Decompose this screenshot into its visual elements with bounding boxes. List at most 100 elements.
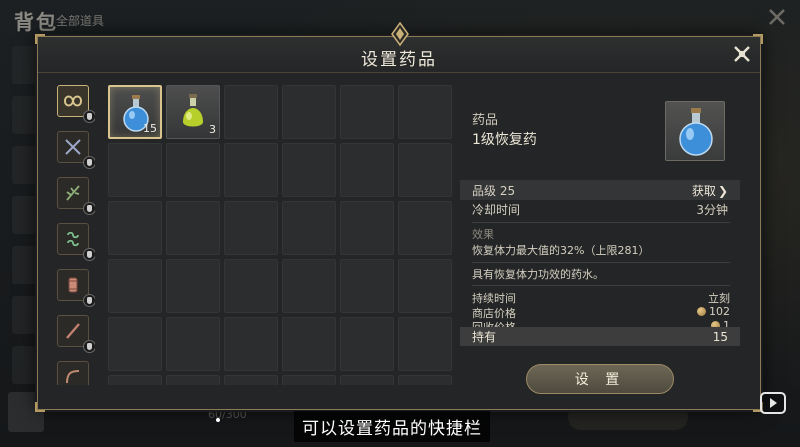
empty-slot[interactable]: [224, 85, 278, 139]
empty-slot[interactable]: [224, 375, 278, 385]
item-grade: 品级 25: [472, 183, 516, 198]
tab-staff[interactable]: [57, 315, 95, 353]
empty-slot[interactable]: [108, 317, 162, 371]
coin-icon: [697, 307, 706, 316]
empty-slot[interactable]: [282, 85, 336, 139]
empty-slot[interactable]: [398, 143, 452, 197]
mouse-cursor: [216, 418, 220, 422]
empty-slot[interactable]: [340, 317, 394, 371]
empty-slot[interactable]: [224, 201, 278, 255]
empty-slot[interactable]: [282, 317, 336, 371]
effect-text: 恢复体力最大值的32%（上限281）: [472, 244, 650, 257]
dialog-title: 设置药品: [361, 50, 437, 70]
effect-label: 效果: [472, 228, 494, 241]
empty-slot[interactable]: [166, 201, 220, 255]
scroll-icon: [68, 277, 78, 293]
item-quantity: 15: [143, 122, 157, 135]
duration-value: 立刻: [708, 292, 730, 305]
tab-weapon[interactable]: [57, 131, 95, 169]
set-button[interactable]: 设 置: [526, 364, 674, 394]
duration-label: 持续时间: [472, 292, 516, 305]
empty-slot[interactable]: [398, 259, 452, 313]
item-preview: [665, 101, 725, 161]
tab-rune[interactable]: [57, 223, 95, 261]
yellow-potion-icon: [183, 94, 203, 127]
empty-slot[interactable]: [108, 375, 162, 385]
empty-slot[interactable]: [282, 375, 336, 385]
sell-price-label: 回收价格: [472, 319, 516, 327]
potion-badge-icon: [83, 156, 95, 169]
item-slot-hp-potion[interactable]: 15: [108, 85, 162, 139]
empty-slot[interactable]: [282, 259, 336, 313]
tab-scroll[interactable]: [57, 269, 95, 307]
blue-potion-icon: [679, 108, 713, 156]
divider: [472, 222, 730, 223]
sell-price-row: 回收价格 1: [472, 319, 730, 327]
category-tabs: [53, 85, 95, 385]
empty-slot[interactable]: [166, 259, 220, 313]
crossed-swords-icon: [65, 139, 81, 155]
empty-slot[interactable]: [108, 201, 162, 255]
tab-bow[interactable]: [57, 361, 89, 385]
grade-row: 品级 25 获取 ❯: [460, 180, 740, 200]
acquire-link[interactable]: 获取 ❯: [692, 182, 728, 199]
empty-slot[interactable]: [108, 259, 162, 313]
crest-ornament-icon: [391, 21, 409, 47]
sell-price: 1: [711, 319, 730, 327]
set-medicine-dialog: 设置药品 15 3 药品 1级恢复药 品级 25 获取 ❯ 冷却时间 3分钟 效…: [35, 21, 763, 412]
sell-price-value: 1: [723, 319, 730, 327]
staff-icon: [66, 323, 80, 339]
shop-price-value: 102: [709, 305, 730, 318]
empty-slot[interactable]: [340, 85, 394, 139]
empty-slot[interactable]: [282, 201, 336, 255]
item-slot-yellow-potion[interactable]: 3: [166, 85, 220, 139]
item-details-panel: 药品 1级恢复药 品级 25 获取 ❯ 冷却时间 3分钟 效果 恢复体力最大值的3…: [460, 85, 742, 395]
duration-row: 持续时间 立刻: [472, 290, 730, 306]
empty-slot[interactable]: [224, 143, 278, 197]
potion-badge-icon: [83, 340, 95, 353]
potion-badge-icon: [83, 248, 95, 261]
empty-slot[interactable]: [398, 317, 452, 371]
tv-play-icon[interactable]: [760, 392, 786, 414]
divider: [472, 262, 730, 263]
bag-title: 背包: [14, 10, 58, 34]
potion-badge-icon: [83, 110, 95, 123]
bag-close-icon[interactable]: [766, 6, 788, 28]
video-subtitle: 可以设置药品的快捷栏: [294, 411, 490, 442]
empty-slot[interactable]: [166, 143, 220, 197]
empty-slot[interactable]: [224, 259, 278, 313]
empty-slot[interactable]: [166, 317, 220, 371]
bag-filter-label: 全部道具: [56, 14, 105, 28]
empty-slot[interactable]: [282, 143, 336, 197]
empty-slot[interactable]: [340, 201, 394, 255]
empty-slot[interactable]: [398, 85, 452, 139]
holding-label: 持有: [472, 330, 497, 344]
bow-icon: [66, 370, 80, 384]
potion-badge-icon: [83, 294, 95, 307]
empty-slot[interactable]: [340, 143, 394, 197]
close-icon[interactable]: [732, 44, 752, 64]
acquire-label: 获取: [691, 183, 716, 198]
empty-slot[interactable]: [340, 259, 394, 313]
infinity-knot-icon: [63, 95, 83, 107]
cooldown-row: 冷却时间 3分钟: [460, 199, 740, 219]
item-name: 1级恢复药: [472, 132, 537, 148]
tab-hp-potion[interactable]: [57, 85, 95, 123]
tab-herb[interactable]: [57, 177, 95, 215]
holding-row: 持有 15: [460, 327, 740, 346]
item-quantity: 3: [209, 123, 216, 136]
chevron-right-icon: ❯: [717, 183, 728, 198]
cooldown-value: 3分钟: [696, 202, 728, 217]
potion-badge-icon: [83, 202, 95, 215]
empty-slot[interactable]: [340, 375, 394, 385]
empty-slot[interactable]: [398, 375, 452, 385]
empty-slot[interactable]: [108, 143, 162, 197]
cooldown-label: 冷却时间: [472, 202, 521, 217]
empty-slot[interactable]: [166, 375, 220, 385]
item-category: 药品: [472, 113, 499, 128]
empty-slot[interactable]: [224, 317, 278, 371]
empty-slot[interactable]: [398, 201, 452, 255]
corner-ornament: [35, 402, 45, 412]
item-description: 具有恢复体力功效的药水。: [472, 268, 604, 281]
item-grid: 15 3: [108, 85, 452, 385]
